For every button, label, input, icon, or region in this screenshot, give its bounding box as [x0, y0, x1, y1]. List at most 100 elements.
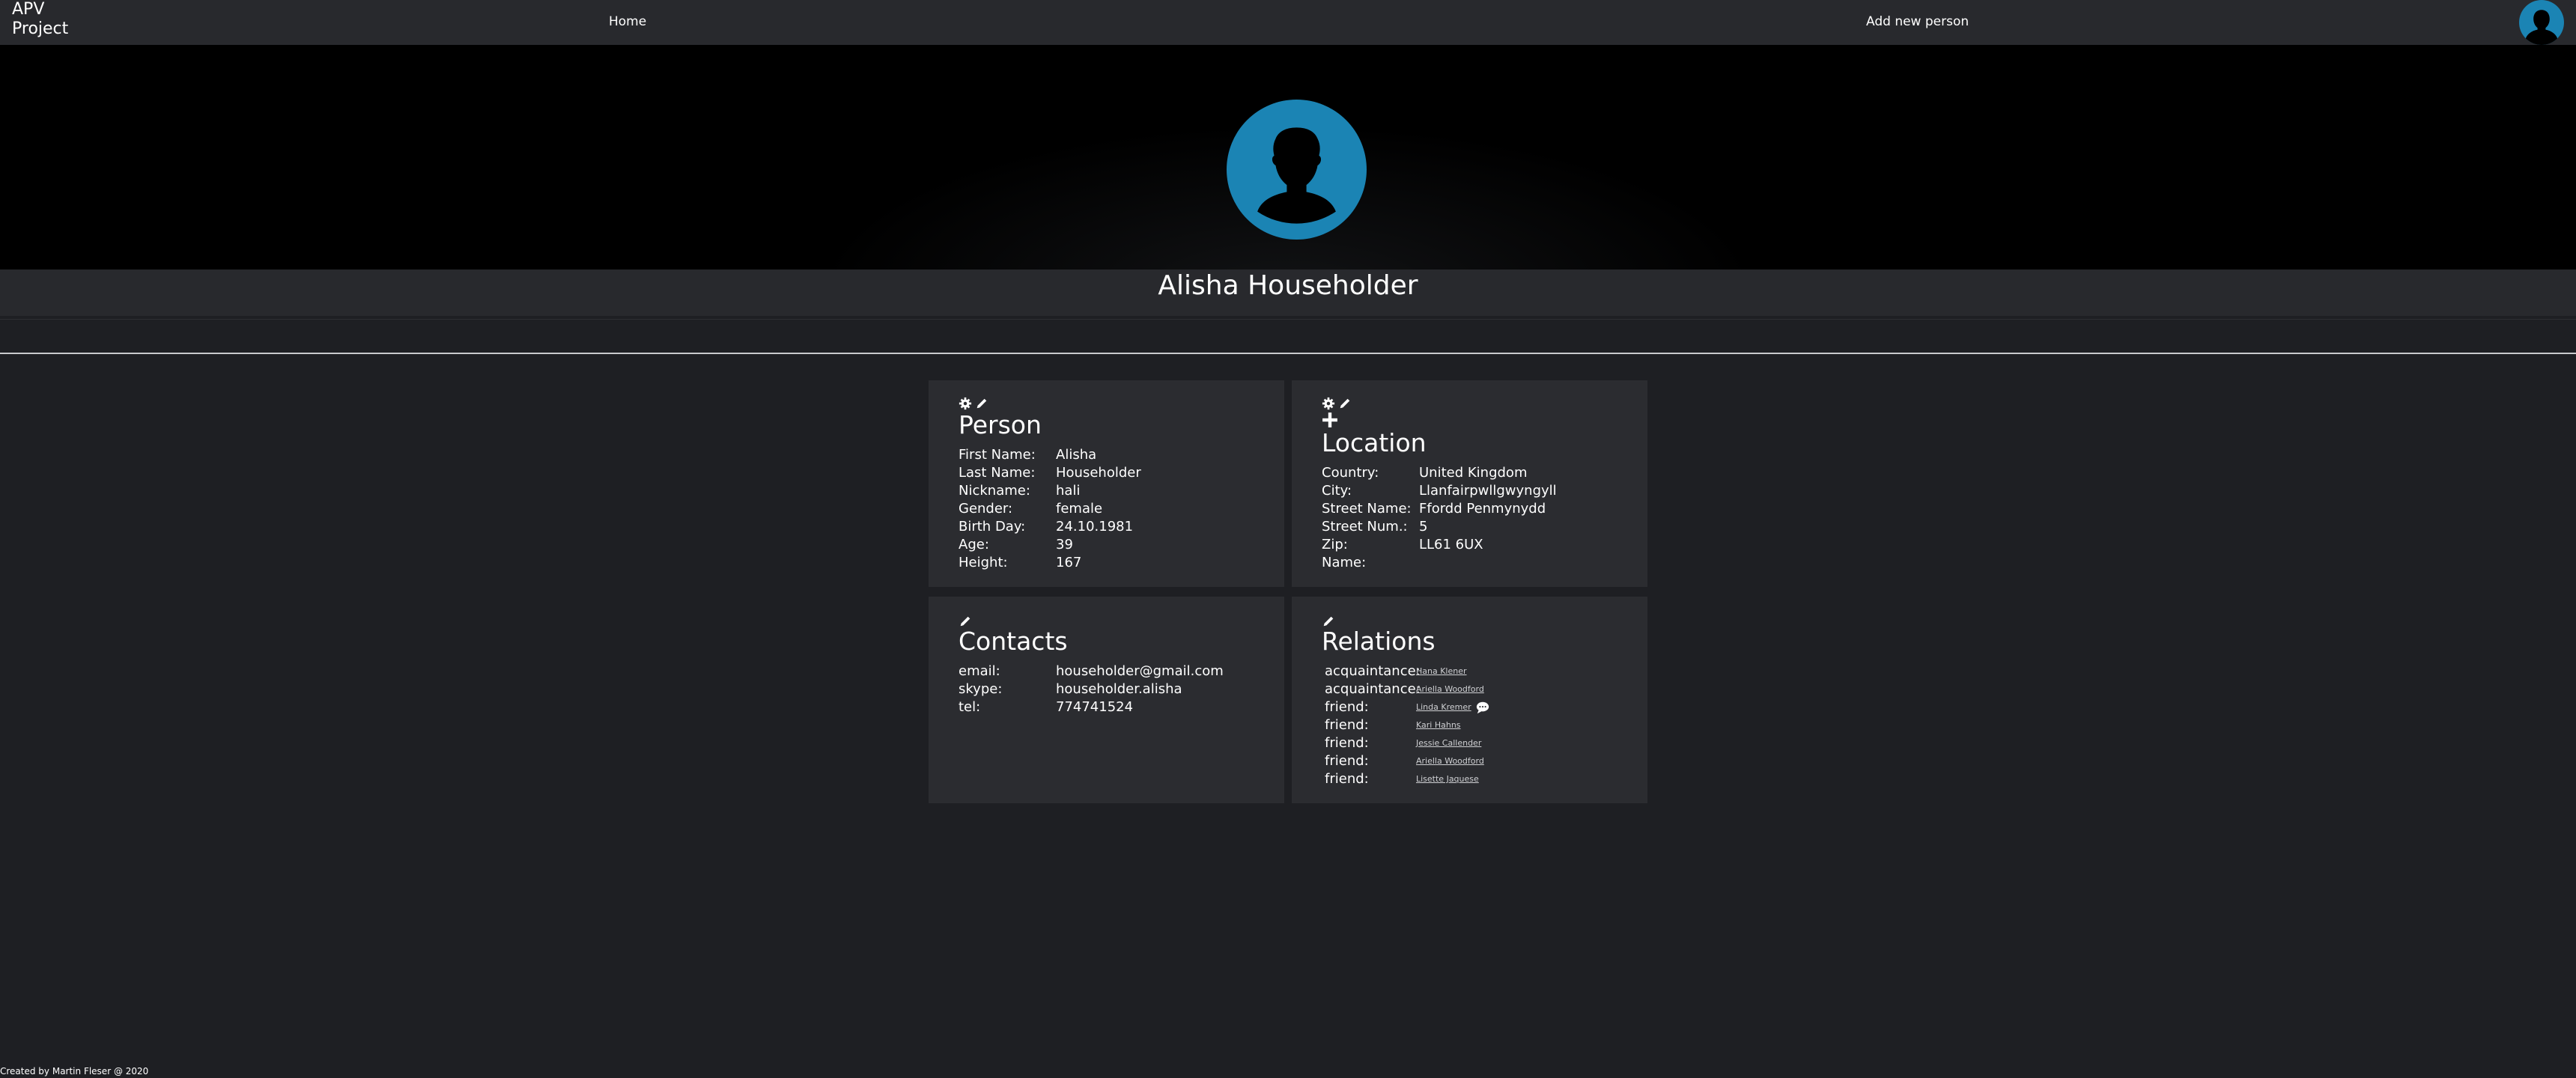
field-value: 39	[1056, 537, 1073, 552]
relation-row: friend: Ariella Woodford	[1325, 752, 1489, 770]
field-value: Householder	[1056, 465, 1141, 481]
relation-type: friend:	[1325, 753, 1369, 769]
field-row: Nickname: hali	[959, 482, 1141, 500]
brand-line-1: APV	[12, 0, 45, 19]
contacts-fields: email: householder@gmail.com skype: househ…	[959, 663, 1224, 716]
user-silhouette-icon	[2525, 10, 2558, 45]
field-row: tel: 774741524	[959, 698, 1224, 716]
location-card-title: Location	[1322, 428, 1427, 457]
person-card-title: Person	[959, 410, 1042, 439]
field-label: tel:	[959, 699, 981, 715]
field-row: Name:	[1322, 554, 1557, 572]
footer-credit: Created by Martin Fleser @ 2020	[0, 1066, 149, 1077]
relations-card: Relations acquaintance: Hana Klener acqua…	[1292, 597, 1647, 803]
relations-list: acquaintance: Hana Klener acquaintance: Ar…	[1325, 663, 1489, 788]
chat-icon[interactable]	[1476, 701, 1489, 714]
person-card-actions	[959, 397, 988, 412]
relation-person-link[interactable]: Kari Hahns	[1416, 716, 1461, 734]
field-value: 774741524	[1056, 699, 1134, 715]
sub-bar	[0, 319, 2576, 353]
relation-row: acquaintance: Hana Klener	[1325, 663, 1489, 680]
relation-type: friend:	[1325, 735, 1369, 751]
brand-logo[interactable]: APV Project	[12, 0, 68, 39]
user-avatar-button[interactable]	[2519, 0, 2564, 45]
field-row: Street Num.: 5	[1322, 518, 1557, 536]
brand-line-2: Project	[12, 19, 69, 38]
field-value: 5	[1419, 519, 1428, 535]
field-value: LL61 6UX	[1419, 537, 1483, 552]
field-row: Last Name: Householder	[959, 464, 1141, 482]
relation-type: friend:	[1325, 771, 1369, 787]
field-label: First Name:	[959, 447, 1036, 463]
relations-card-title: Relations	[1322, 627, 1436, 656]
pencil-icon[interactable]	[975, 397, 988, 410]
field-label: email:	[959, 663, 1000, 679]
field-row: First Name: Alisha	[959, 446, 1141, 464]
relation-person-link[interactable]: Linda Kremer	[1416, 698, 1471, 716]
field-label: Height:	[959, 555, 1008, 570]
relation-row: friend: Kari Hahns	[1325, 716, 1489, 734]
field-label: City:	[1322, 483, 1352, 499]
profile-hero	[0, 45, 2576, 270]
relation-row: friend: Jessie Callender	[1325, 734, 1489, 752]
field-label: Name:	[1322, 555, 1367, 570]
field-row: Birth Day: 24.10.1981	[959, 518, 1141, 536]
field-label: Gender:	[959, 501, 1013, 517]
gear-icon[interactable]	[959, 397, 972, 410]
field-label: Last Name:	[959, 465, 1036, 481]
top-navbar: APV Project Home Add new person	[0, 0, 2576, 45]
relation-person-link[interactable]: Lisette Jaquese	[1416, 770, 1479, 788]
field-label: Birth Day:	[959, 519, 1026, 535]
field-label: skype:	[959, 681, 1003, 697]
field-label: Country:	[1322, 465, 1379, 481]
field-value: Ffordd Penmynydd	[1419, 501, 1546, 517]
user-silhouette-icon	[1257, 127, 1336, 224]
field-row: email: householder@gmail.com	[959, 663, 1224, 680]
nav-add-person-link[interactable]: Add new person	[1866, 14, 1969, 29]
field-value: Llanfairpwllgwyngyll	[1419, 483, 1557, 499]
relation-person-link[interactable]: Ariella Woodford	[1416, 680, 1484, 698]
relation-type: acquaintance:	[1325, 663, 1421, 679]
field-row: Gender: female	[959, 500, 1141, 518]
plus-icon[interactable]	[1322, 412, 1338, 428]
relation-row: friend: Linda Kremer	[1325, 698, 1489, 716]
field-row: Zip: LL61 6UX	[1322, 536, 1557, 554]
location-fields: Country: United Kingdom City: Llanfairpwll…	[1322, 464, 1557, 572]
field-value: United Kingdom	[1419, 465, 1528, 481]
field-value: 167	[1056, 555, 1082, 570]
field-label: Nickname:	[959, 483, 1030, 499]
field-label: Zip:	[1322, 537, 1348, 552]
field-value: Alisha	[1056, 447, 1097, 463]
field-row: skype: householder.alisha	[959, 680, 1224, 698]
field-row: City: Llanfairpwllgwyngyll	[1322, 482, 1557, 500]
relation-person-link[interactable]: Hana Klener	[1416, 663, 1467, 680]
field-row: Age: 39	[959, 536, 1141, 554]
relation-type: friend:	[1325, 717, 1369, 733]
relation-person-link[interactable]: Ariella Woodford	[1416, 752, 1484, 770]
field-label: Street Name:	[1322, 501, 1412, 517]
field-value: female	[1056, 501, 1103, 517]
field-label: Street Num.:	[1322, 519, 1408, 535]
relation-type: acquaintance:	[1325, 681, 1421, 697]
contacts-card: Contacts email: householder@gmail.com sky…	[929, 597, 1284, 803]
field-label: Age:	[959, 537, 989, 552]
contacts-card-title: Contacts	[959, 627, 1068, 656]
field-value: hali	[1056, 483, 1081, 499]
person-fields: First Name: Alisha Last Name: Householder …	[959, 446, 1141, 572]
gear-icon[interactable]	[1322, 397, 1335, 410]
person-card: Person First Name: Alisha Last Name: House…	[929, 380, 1284, 587]
location-card-actions	[1322, 397, 1352, 412]
field-value: 24.10.1981	[1056, 519, 1134, 535]
relation-type: friend:	[1325, 699, 1369, 715]
field-row: Street Name: Ffordd Penmynydd	[1322, 500, 1557, 518]
location-card: Location Country: United Kingdom City: Lla…	[1292, 380, 1647, 587]
nav-home-link[interactable]: Home	[609, 14, 646, 29]
relation-person-link[interactable]: Jessie Callender	[1416, 734, 1481, 752]
section-divider	[0, 353, 2576, 354]
pencil-icon[interactable]	[1338, 397, 1352, 410]
field-row: Country: United Kingdom	[1322, 464, 1557, 482]
field-value: householder.alisha	[1056, 681, 1182, 697]
field-value: householder@gmail.com	[1056, 663, 1224, 679]
person-full-name: Alisha Householder	[1158, 270, 1418, 301]
relation-row: friend: Lisette Jaquese	[1325, 770, 1489, 788]
